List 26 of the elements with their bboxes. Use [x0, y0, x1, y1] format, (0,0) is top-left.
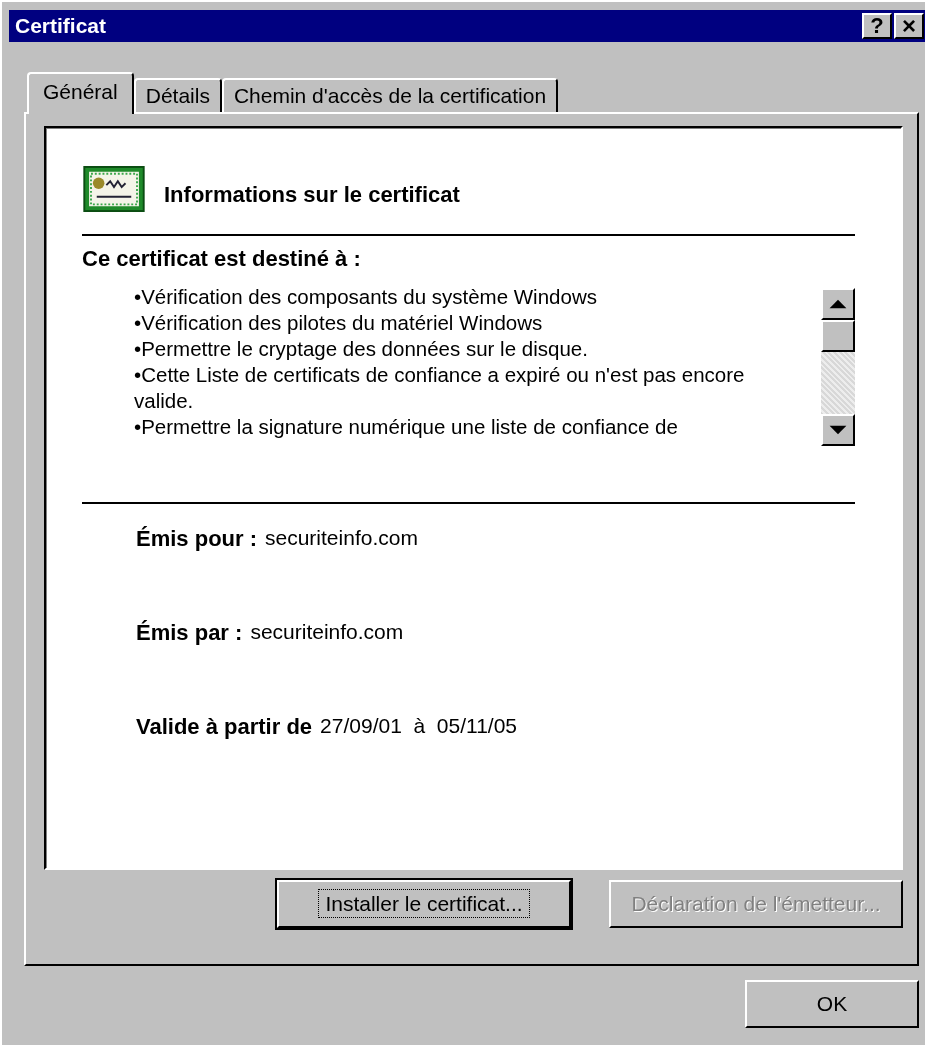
purpose-item: •Cette Liste de certificats de confiance a expiré ou n'est pas encore valide. — [134, 362, 746, 414]
window-title: Certificat — [15, 14, 107, 38]
tab[interactable]: Général — [27, 72, 134, 114]
section-title: Informations sur le certificat — [164, 182, 460, 208]
purpose-item: •Vérification des composants du système Windows — [134, 284, 598, 310]
field-label: Émis par : — [136, 620, 243, 646]
scroll-thumb[interactable] — [821, 320, 855, 352]
scrollbar[interactable] — [821, 288, 855, 446]
scroll-down-button[interactable] — [821, 414, 855, 446]
field-value: 27/09/01 à 05/11/05 — [320, 714, 518, 739]
certificate-icon — [82, 166, 146, 212]
purpose-item: •Vérification des pilotes du matériel Windows — [134, 310, 544, 336]
field-value: securiteinfo.com — [250, 620, 404, 645]
field-label: Émis pour : — [136, 526, 257, 552]
ok-button[interactable]: OK — [745, 980, 919, 1028]
purpose-item: •Permettre le cryptage des données sur le disque. — [134, 336, 589, 362]
help-button[interactable]: ? — [862, 13, 892, 39]
purpose-item: •Permettre la signature numérique une liste de confiance de — [134, 414, 679, 440]
scroll-up-button[interactable] — [821, 288, 855, 320]
tab[interactable]: Chemin d'accès de la certification — [221, 78, 559, 112]
field-label: Valide à partir de — [136, 714, 313, 740]
tab[interactable]: Détails — [133, 78, 222, 112]
dialog-button[interactable]: Installer le certificat... — [277, 880, 571, 928]
close-button[interactable]: × — [894, 13, 924, 39]
field-value: securiteinfo.com — [265, 526, 418, 551]
purpose-heading: Ce certificat est destiné à : — [82, 246, 362, 272]
